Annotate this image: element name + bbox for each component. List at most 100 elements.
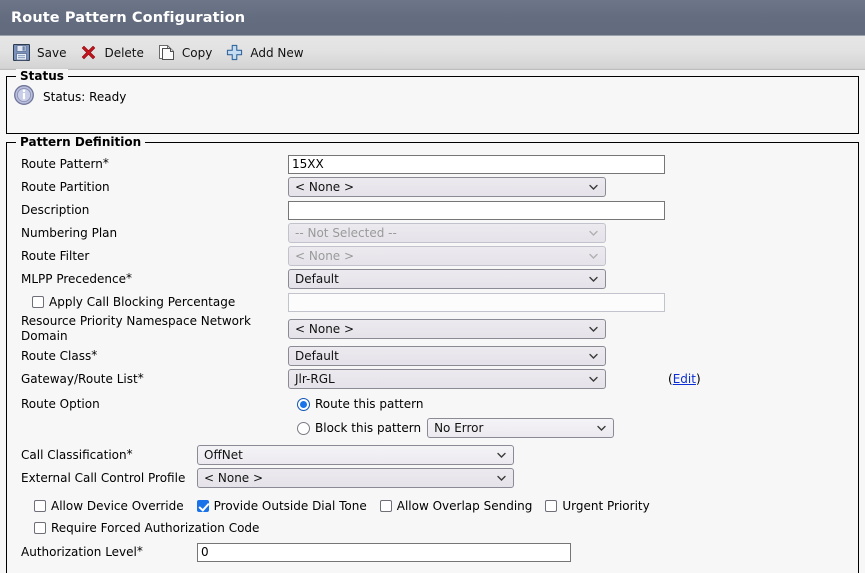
status-text: Status: Ready — [43, 89, 127, 104]
route-pattern-input[interactable] — [288, 154, 665, 174]
add-new-button[interactable]: Add New — [221, 39, 312, 67]
gateway-route-list-label-text: Gateway/Route List — [21, 371, 138, 386]
block-reason-value: No Error — [434, 421, 484, 435]
route-partition-label: Route Partition — [21, 179, 110, 194]
route-partition-value: < None > — [295, 180, 355, 194]
block-this-pattern-label: Block this pattern — [315, 421, 422, 435]
delete-button-label: Delete — [104, 45, 144, 60]
chevron-down-icon — [497, 451, 506, 460]
route-pattern-label-text: Route Pattern — [21, 156, 103, 171]
route-this-pattern-label: Route this pattern — [315, 397, 424, 411]
status-panel: Status Status: Ready — [6, 69, 859, 134]
copy-button-label: Copy — [181, 45, 213, 60]
external-ccp-select[interactable]: < None > — [197, 468, 514, 488]
route-partition-select[interactable]: < None > — [288, 177, 606, 197]
call-classification-label-text: Call Classification — [21, 447, 127, 462]
gateway-route-list-select[interactable]: Jlr-RGL — [288, 369, 606, 389]
row-mlpp-precedence: MLPP Precedence* Default — [15, 268, 850, 290]
mlpp-precedence-value: Default — [295, 272, 339, 286]
row-gateway-route-list: Gateway/Route List* Jlr-RGL (Edit) — [15, 368, 850, 390]
copy-icon — [157, 43, 176, 62]
gateway-route-list-value: Jlr-RGL — [295, 372, 335, 386]
row-external-call-control-profile: External Call Control Profile < None > — [15, 467, 850, 489]
allow-device-override-label: Allow Device Override — [51, 498, 184, 513]
delete-icon — [79, 43, 98, 62]
route-filter-select[interactable]: < None > — [288, 246, 606, 266]
info-icon — [13, 84, 35, 109]
numbering-plan-select[interactable]: -- Not Selected -- — [288, 223, 606, 243]
page-title: Route Pattern Configuration — [11, 9, 246, 26]
row-call-classification: Call Classification* OffNet — [15, 444, 850, 466]
add-new-icon — [225, 43, 244, 62]
chevron-down-icon — [589, 275, 598, 284]
block-this-pattern-group[interactable]: Block this pattern — [288, 421, 421, 435]
route-class-label-text: Route Class — [21, 348, 92, 363]
checkbox-row-1: Allow Device Override Provide Outside Di… — [15, 495, 850, 516]
window-titlebar: Route Pattern Configuration — [0, 0, 865, 36]
block-reason-select[interactable]: No Error — [427, 418, 615, 438]
required-marker: * — [137, 370, 144, 385]
route-class-select[interactable]: Default — [288, 346, 606, 366]
save-button[interactable]: Save — [8, 39, 75, 67]
apply-call-blocking-label: Apply Call Blocking Percentage — [15, 295, 288, 310]
apply-call-blocking-checkbox[interactable] — [32, 296, 44, 308]
urgent-priority-checkbox[interactable] — [545, 499, 558, 512]
require-forced-authorization-code-label: Require Forced Authorization Code — [51, 520, 260, 535]
urgent-priority-group[interactable]: Urgent Priority — [545, 499, 650, 513]
require-forced-authorization-code-group[interactable]: Require Forced Authorization Code — [34, 521, 259, 535]
mlpp-precedence-select[interactable]: Default — [288, 269, 606, 289]
row-resource-priority: Resource Priority Namespace Network Doma… — [15, 314, 850, 344]
call-classification-select[interactable]: OffNet — [197, 445, 514, 465]
gateway-route-list-edit-link-wrap: (Edit) — [668, 372, 701, 386]
pattern-definition-legend: Pattern Definition — [16, 135, 146, 149]
chevron-down-icon — [589, 252, 598, 261]
row-apply-call-blocking: Apply Call Blocking Percentage — [15, 291, 850, 313]
authorization-level-label: Authorization Level* — [15, 544, 197, 560]
chevron-down-icon — [597, 424, 606, 433]
row-authorization-level: Authorization Level* — [15, 541, 850, 563]
gateway-route-list-label: Gateway/Route List* — [15, 370, 288, 387]
status-legend: Status — [16, 69, 68, 83]
provide-outside-dial-tone-checkbox[interactable] — [196, 499, 209, 512]
add-new-button-label: Add New — [250, 45, 304, 60]
edit-link[interactable]: Edit — [673, 372, 696, 386]
description-input[interactable] — [288, 200, 665, 220]
allow-device-override-checkbox[interactable] — [34, 499, 46, 512]
resource-priority-label: Resource Priority Namespace Network Doma… — [21, 314, 251, 343]
chevron-down-icon — [589, 183, 598, 192]
chevron-down-icon — [589, 325, 598, 334]
route-this-pattern-radio[interactable] — [297, 397, 310, 411]
apply-call-blocking-label-text: Apply Call Blocking Percentage — [49, 294, 236, 309]
delete-button[interactable]: Delete — [75, 39, 152, 67]
numbering-plan-label: Numbering Plan — [21, 225, 118, 240]
row-route-option-block: Block this pattern No Error — [15, 417, 850, 439]
edit-link-suffix: ) — [695, 372, 701, 386]
apply-call-blocking-input[interactable] — [288, 292, 665, 312]
route-filter-label: Route Filter — [21, 248, 90, 263]
checkbox-row-2: Require Forced Authorization Code — [15, 517, 850, 538]
row-route-class: Route Class* Default — [15, 345, 850, 367]
allow-device-override-group[interactable]: Allow Device Override — [34, 499, 184, 513]
block-this-pattern-radio[interactable] — [297, 421, 310, 435]
copy-button[interactable]: Copy — [153, 39, 221, 67]
external-ccp-label: External Call Control Profile — [21, 470, 186, 485]
route-class-value: Default — [295, 349, 339, 363]
row-numbering-plan: Numbering Plan -- Not Selected -- — [15, 222, 850, 244]
save-icon — [12, 43, 31, 62]
resource-priority-select[interactable]: < None > — [288, 319, 606, 339]
allow-overlap-sending-label: Allow Overlap Sending — [396, 498, 533, 513]
mlpp-precedence-label-text: MLPP Precedence — [21, 271, 126, 286]
row-route-option: Route Option Route this pattern — [15, 393, 850, 415]
chevron-down-icon — [497, 474, 506, 483]
chevron-down-icon — [589, 375, 598, 384]
call-classification-value: OffNet — [204, 448, 243, 462]
allow-overlap-sending-group[interactable]: Allow Overlap Sending — [379, 498, 533, 513]
provide-outside-dial-tone-label: Provide Outside Dial Tone — [213, 498, 367, 513]
allow-overlap-sending-checkbox[interactable] — [379, 499, 392, 512]
require-forced-authorization-code-checkbox[interactable] — [34, 521, 46, 534]
required-marker: * — [102, 155, 109, 170]
row-route-partition: Route Partition < None > — [15, 176, 850, 198]
authorization-level-input[interactable] — [197, 542, 571, 562]
route-this-pattern-group[interactable]: Route this pattern — [288, 397, 423, 411]
provide-outside-dial-tone-group[interactable]: Provide Outside Dial Tone — [196, 498, 367, 513]
